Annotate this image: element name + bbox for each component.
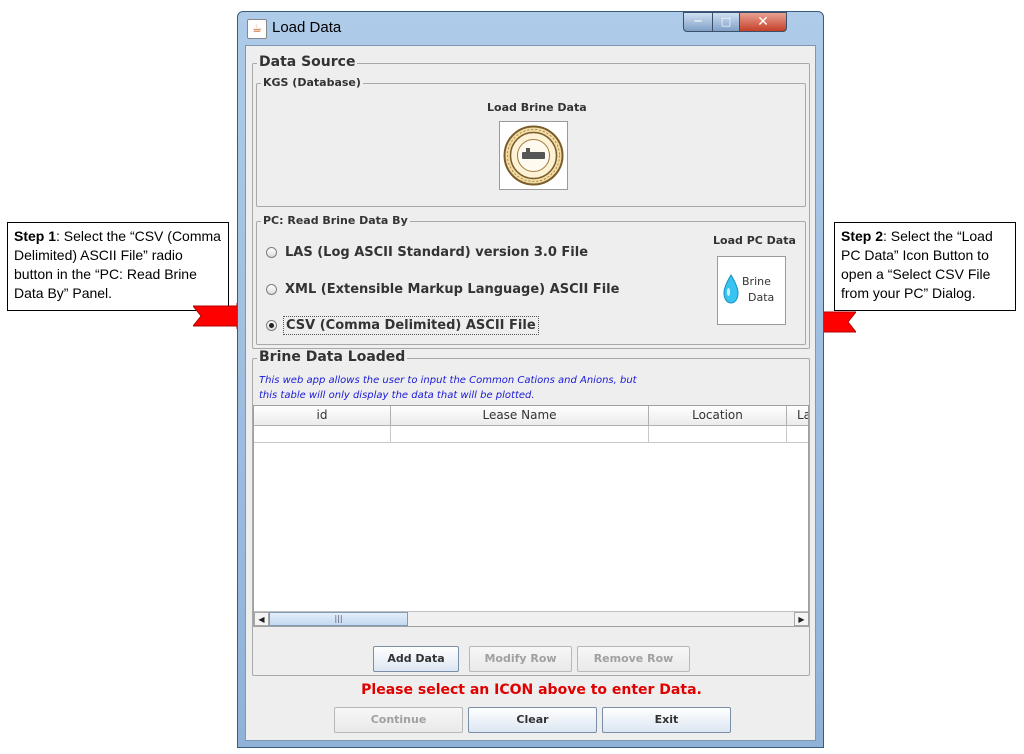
brine-data-title: Brine Data Loaded <box>257 349 408 365</box>
kgs-title: KGS (Database) <box>261 76 363 89</box>
info-note-line1: This web app allows the user to input th… <box>259 375 637 386</box>
scroll-left-button[interactable]: ◀ <box>254 612 269 626</box>
table-row[interactable] <box>254 426 808 443</box>
column-lease-name[interactable]: Lease Name <box>391 406 649 426</box>
load-pc-icon-text-line2: Data <box>748 291 775 304</box>
brine-data-table[interactable]: id Lease Name Location La ◀ ||| ▶ <box>253 405 809 627</box>
radio-xml[interactable]: XML (Extensible Markup Language) ASCII F… <box>266 278 621 300</box>
kgs-group: KGS (Database) Load Brine Data <box>256 76 806 207</box>
pc-read-group: PC: Read Brine Data By LAS (Log ASCII St… <box>256 214 806 345</box>
table-header: id Lease Name Location La <box>254 406 808 426</box>
brine-data-group: Brine Data Loaded This web app allows th… <box>252 349 810 676</box>
data-source-group: Data Source KGS (Database) Load Brine Da… <box>252 54 810 349</box>
load-pc-icon-text-line1: Brine <box>742 275 771 288</box>
remove-row-button[interactable]: Remove Row <box>577 646 690 672</box>
exit-button[interactable]: Exit <box>602 707 731 733</box>
table-cell-location[interactable] <box>649 426 787 443</box>
minimize-icon: ─ <box>694 14 702 28</box>
load-data-window: ☕ Load Data ─ □ ✕ Data Source KGS (Datab… <box>237 11 824 748</box>
minimize-button[interactable]: ─ <box>683 12 713 32</box>
column-location[interactable]: Location <box>649 406 787 426</box>
continue-button[interactable]: Continue <box>334 707 463 733</box>
column-la[interactable]: La <box>787 406 808 426</box>
maximize-button[interactable]: □ <box>712 12 740 32</box>
radio-csv[interactable]: CSV (Comma Delimited) ASCII File <box>266 314 539 336</box>
water-drop-icon <box>723 274 739 304</box>
scroll-right-button[interactable]: ▶ <box>794 612 808 626</box>
java-app-icon: ☕ <box>247 19 267 39</box>
close-icon: ✕ <box>757 14 769 30</box>
radio-xml-label[interactable]: XML (Extensible Markup Language) ASCII F… <box>283 281 621 298</box>
window-title: Load Data <box>272 19 342 36</box>
scroll-thumb[interactable]: ||| <box>269 612 408 626</box>
modify-row-button[interactable]: Modify Row <box>469 646 572 672</box>
clear-button[interactable]: Clear <box>468 707 597 733</box>
close-button[interactable]: ✕ <box>739 12 787 32</box>
table-cell-lease-name[interactable] <box>391 426 649 443</box>
column-id[interactable]: id <box>254 406 391 426</box>
load-pc-data-label: Load PC Data <box>713 234 796 247</box>
client-area: Data Source KGS (Database) Load Brine Da… <box>245 45 816 741</box>
step2-label: Step 2 <box>841 228 884 244</box>
radio-xml-circle[interactable] <box>266 283 277 295</box>
horizontal-scrollbar[interactable]: ◀ ||| ▶ <box>254 611 808 626</box>
status-message: Please select an ICON above to enter Dat… <box>361 682 702 698</box>
radio-las-circle[interactable] <box>266 246 277 258</box>
info-note-line2: this table will only display the data th… <box>259 390 535 401</box>
step1-callout: Step 1: Select the “CSV (Comma Delimited… <box>7 222 229 311</box>
table-cell-la[interactable] <box>787 426 808 443</box>
data-source-title: Data Source <box>257 54 358 70</box>
load-brine-data-button[interactable] <box>499 121 568 190</box>
radio-csv-label[interactable]: CSV (Comma Delimited) ASCII File <box>283 315 539 335</box>
add-data-button[interactable]: Add Data <box>373 646 459 672</box>
kgs-seal-icon <box>503 125 564 186</box>
radio-csv-circle[interactable] <box>266 319 277 331</box>
title-bar[interactable]: ☕ Load Data ─ □ ✕ <box>238 12 823 46</box>
step1-label: Step 1 <box>14 228 57 244</box>
load-pc-data-button[interactable]: Brine Data <box>717 256 786 325</box>
table-cell-id[interactable] <box>254 426 391 443</box>
radio-las[interactable]: LAS (Log ASCII Standard) version 3.0 Fil… <box>266 241 590 263</box>
maximize-icon: □ <box>720 15 732 28</box>
pc-read-title: PC: Read Brine Data By <box>261 214 410 227</box>
step2-callout: Step 2: Select the “Load PC Data” Icon B… <box>834 222 1016 311</box>
load-brine-data-label: Load Brine Data <box>487 101 587 114</box>
radio-las-label[interactable]: LAS (Log ASCII Standard) version 3.0 Fil… <box>283 244 590 261</box>
